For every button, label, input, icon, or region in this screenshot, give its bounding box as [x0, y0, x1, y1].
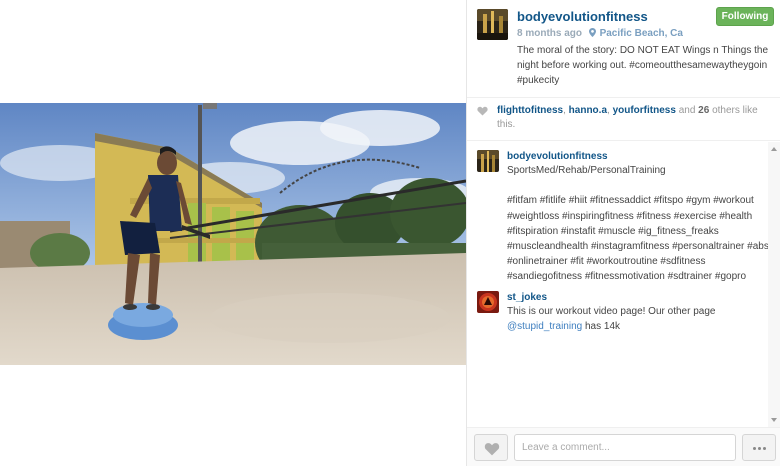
post-meta: 8 months ago Pacific Beach, Ca [517, 28, 683, 39]
like-button[interactable] [474, 434, 508, 461]
comment-text-part: has 14k [582, 320, 621, 332]
likes-others-count[interactable]: 26 [698, 105, 709, 116]
post-location[interactable]: Pacific Beach, Ca [600, 28, 683, 39]
heart-icon [484, 443, 500, 456]
more-options-icon [752, 447, 756, 450]
video-frame-image [0, 103, 466, 365]
more-options-button[interactable] [742, 434, 776, 461]
video-player[interactable] [0, 103, 466, 365]
heart-icon [477, 106, 488, 116]
following-button[interactable]: Following [716, 7, 774, 26]
commenter-avatar[interactable] [477, 290, 499, 313]
liker-link[interactable]: hanno.a [569, 105, 607, 116]
post-media [0, 0, 466, 466]
post-time[interactable]: 8 months ago [517, 28, 582, 39]
comment-item: bodyevolutionfitness SportsMed/Rehab/Per… [467, 150, 780, 285]
likes-and-text: and [675, 105, 699, 116]
comment-text: SportsMed/Rehab/PersonalTraining #fitfam… [507, 165, 769, 283]
comment-footer [467, 427, 780, 466]
more-options-icon [757, 447, 761, 450]
commenter-avatar[interactable] [477, 150, 499, 172]
mention-link[interactable]: @stupid_training [507, 321, 582, 332]
post-details-panel: bodyevolutionfitness Following 8 months … [466, 0, 780, 466]
post-header: bodyevolutionfitness Following 8 months … [467, 0, 780, 98]
liker-link[interactable]: youforfitness [613, 105, 676, 116]
comment-text-part: This is our workout video page! Our othe… [507, 305, 719, 317]
liker-link[interactable]: flighttofitness [497, 105, 563, 116]
comment-input[interactable] [514, 434, 736, 461]
avatar[interactable] [477, 9, 508, 40]
scroll-up-icon[interactable] [771, 147, 777, 151]
location-pin-icon [588, 28, 596, 37]
comment-text: This is our workout video page! Our othe… [507, 304, 769, 334]
likes-summary: flighttofitness, hanno.a, youforfitness … [467, 98, 780, 141]
comment-username[interactable]: bodyevolutionfitness [507, 150, 780, 163]
more-options-icon [762, 447, 766, 450]
comment-username[interactable]: st_jokes [507, 291, 780, 304]
comments-scrollbar[interactable] [768, 142, 780, 427]
comment-item: st_jokes This is our workout video page!… [467, 290, 780, 334]
post-caption: The moral of the story: DO NOT EAT Wings… [517, 45, 769, 86]
scroll-down-icon[interactable] [771, 418, 777, 422]
comments-list[interactable]: bodyevolutionfitness SportsMed/Rehab/Per… [467, 142, 780, 427]
post-username[interactable]: bodyevolutionfitness [517, 9, 648, 24]
